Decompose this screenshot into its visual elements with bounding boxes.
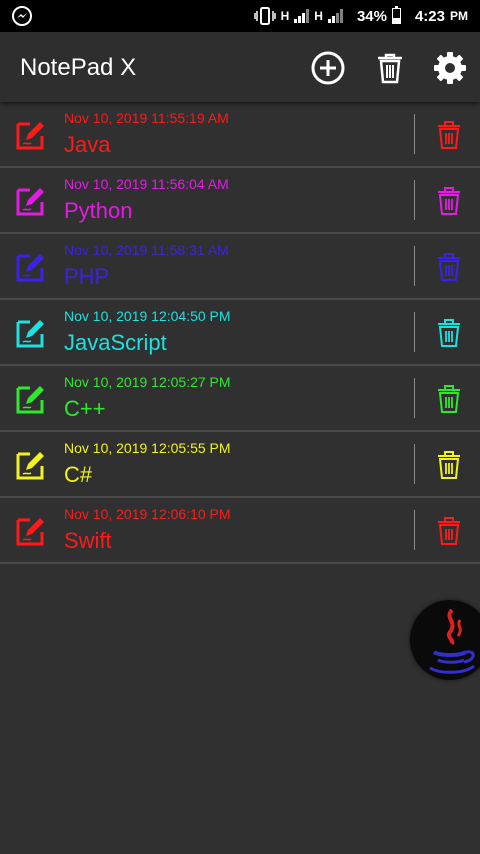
note-title: PHP — [64, 264, 110, 289]
note-title: Java — [64, 132, 111, 157]
note-title: JavaScript — [64, 330, 167, 355]
note-date: Nov 10, 2019 11:55:19 AM — [64, 110, 229, 126]
divider — [414, 510, 415, 550]
battery-percent: 34% — [356, 7, 387, 25]
battery-icon — [391, 6, 401, 24]
settings-icon[interactable] — [432, 50, 468, 86]
add-icon[interactable] — [310, 50, 346, 86]
note-title: Swift — [64, 528, 112, 553]
note-row[interactable]: Nov 10, 2019 11:56:04 AM Python — [0, 168, 480, 234]
note-date: Nov 10, 2019 12:04:50 PM — [64, 308, 231, 324]
note-title: Python — [64, 198, 133, 223]
edit-note-icon[interactable] — [14, 314, 50, 350]
delete-note-icon[interactable] — [436, 516, 462, 546]
clock-ampm: PM — [450, 9, 468, 23]
signal-icon-1 — [294, 9, 310, 23]
delete-note-icon[interactable] — [436, 120, 462, 150]
divider — [414, 246, 415, 286]
network-type-1: H — [280, 9, 290, 23]
note-title: C# — [64, 462, 93, 487]
note-row[interactable]: Nov 10, 2019 11:58:31 AM PHP — [0, 234, 480, 300]
note-row[interactable]: Nov 10, 2019 12:06:10 PM Swift — [0, 498, 480, 564]
clock-time: 4:23 — [414, 7, 445, 25]
note-list: Nov 10, 2019 11:55:19 AM Java Nov 10, 20… — [0, 102, 480, 564]
delete-note-icon[interactable] — [436, 186, 462, 216]
app-bar: NotePad X — [0, 32, 480, 102]
edit-note-icon[interactable] — [14, 248, 50, 284]
note-title: C++ — [64, 396, 106, 421]
note-row[interactable]: Nov 10, 2019 11:55:19 AM Java — [0, 102, 480, 168]
divider — [414, 312, 415, 352]
divider — [414, 180, 415, 220]
delete-note-icon[interactable] — [436, 384, 462, 414]
vibrate-icon — [253, 7, 276, 25]
note-row[interactable]: Nov 10, 2019 12:05:55 PM C# — [0, 432, 480, 498]
status-bar: H H 34% 4:23 PM — [0, 0, 480, 32]
note-row[interactable]: Nov 10, 2019 12:04:50 PM JavaScript — [0, 300, 480, 366]
java-logo-fab[interactable] — [410, 600, 480, 680]
delete-note-icon[interactable] — [436, 318, 462, 348]
delete-note-icon[interactable] — [436, 252, 462, 282]
divider — [414, 114, 415, 154]
note-date: Nov 10, 2019 12:06:10 PM — [64, 506, 231, 522]
note-date: Nov 10, 2019 12:05:55 PM — [64, 440, 231, 456]
delete-note-icon[interactable] — [436, 450, 462, 480]
edit-note-icon[interactable] — [14, 512, 50, 548]
note-date: Nov 10, 2019 12:05:27 PM — [64, 374, 231, 390]
note-date: Nov 10, 2019 11:58:31 AM — [64, 242, 229, 258]
divider — [414, 378, 415, 418]
status-indicators: H H 34% 4:23 PM — [253, 0, 468, 32]
note-date: Nov 10, 2019 11:56:04 AM — [64, 176, 229, 192]
messenger-icon — [12, 6, 32, 26]
java-logo-icon — [429, 608, 475, 674]
edit-note-icon[interactable] — [14, 380, 50, 416]
edit-note-icon[interactable] — [14, 182, 50, 218]
note-row[interactable]: Nov 10, 2019 12:05:27 PM C++ — [0, 366, 480, 432]
edit-note-icon[interactable] — [14, 446, 50, 482]
edit-note-icon[interactable] — [14, 116, 50, 152]
app-title: NotePad X — [20, 54, 137, 81]
signal-icon-2 — [327, 9, 343, 23]
network-type-2: H — [314, 9, 323, 23]
trash-icon[interactable] — [372, 50, 408, 86]
divider — [414, 444, 415, 484]
